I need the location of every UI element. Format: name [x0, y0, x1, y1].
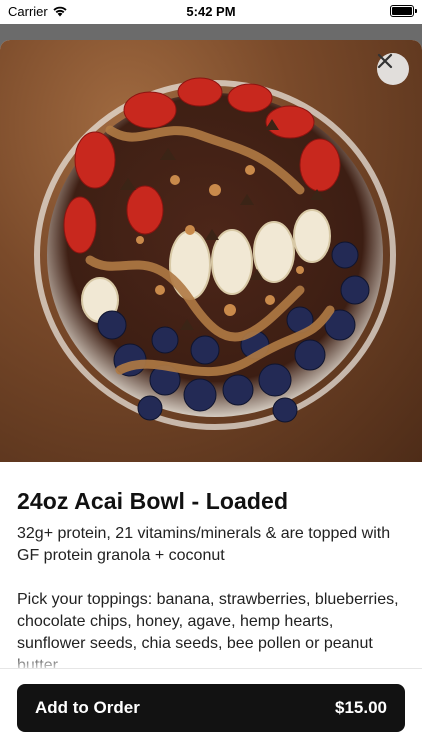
footer-divider	[0, 668, 422, 669]
status-time: 5:42 PM	[186, 4, 236, 19]
acai-bowl-illustration	[34, 77, 396, 430]
item-photo	[0, 40, 422, 462]
item-title: 24oz Acai Bowl - Loaded	[17, 488, 289, 514]
order-footer: Add to Order $15.00	[0, 668, 422, 750]
close-button[interactable]	[377, 53, 409, 85]
battery-icon	[390, 5, 417, 17]
close-icon	[377, 53, 393, 69]
battery-fill	[392, 7, 412, 15]
add-to-order-label: Add to Order	[35, 698, 140, 717]
item-details: 24oz Acai Bowl - Loaded 32g+ protein, 21…	[0, 462, 422, 677]
item-detail-sheet: 24oz Acai Bowl - Loaded 32g+ protein, 21…	[0, 40, 422, 750]
add-to-order-button[interactable]: Add to Order $15.00	[17, 684, 405, 732]
status-bar: Carrier 5:42 PM	[0, 0, 422, 24]
item-description: 32g+ protein, 21 vitamins/minerals & are…	[17, 525, 391, 564]
battery-cap	[415, 9, 417, 13]
item-price: $15.00	[335, 698, 387, 717]
